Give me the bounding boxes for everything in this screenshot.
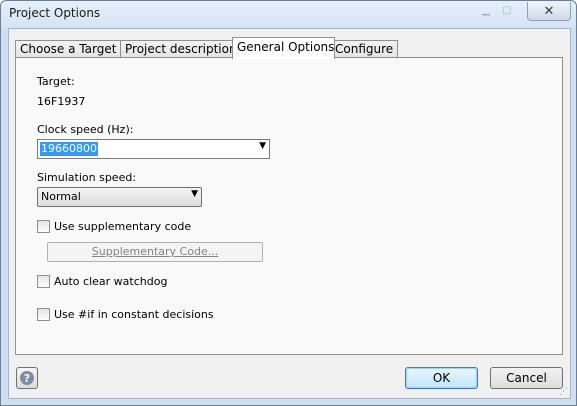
chevron-down-icon[interactable]: ▼	[259, 141, 266, 151]
minimize-icon: ▁	[482, 5, 490, 16]
clock-speed-combobox[interactable]: 19660800 ▼	[37, 139, 270, 159]
auto-clear-watchdog-label: Auto clear watchdog	[54, 275, 168, 288]
title-bar[interactable]: Project Options ▁ ▢ ✕	[1, 1, 576, 28]
project-options-window: Project Options ▁ ▢ ✕ Choose a Target Pr…	[0, 0, 577, 406]
help-button[interactable]: ?	[16, 367, 38, 389]
general-options-panel: Target: 16F1937 Clock speed (Hz): 196608…	[15, 57, 563, 355]
use-supplementary-code-label: Use supplementary code	[54, 220, 192, 233]
simulation-speed-select[interactable]: Normal ▼	[37, 187, 202, 207]
simulation-speed-label: Simulation speed:	[37, 171, 137, 184]
tab-project-description[interactable]: Project description	[120, 40, 238, 58]
supplementary-code-button[interactable]: Supplementary Code...	[47, 242, 263, 262]
tab-choose-target[interactable]: Choose a Target	[15, 40, 121, 58]
clock-speed-label: Clock speed (Hz):	[37, 123, 134, 136]
resize-grip-icon[interactable]: ⋰	[559, 387, 569, 397]
close-icon: ✕	[543, 3, 555, 19]
target-label: Target:	[37, 75, 75, 88]
maximize-icon: ▢	[502, 5, 512, 16]
auto-clear-watchdog-checkbox[interactable]	[37, 275, 50, 288]
use-if-constant-label: Use #if in constant decisions	[54, 308, 214, 321]
use-supplementary-code-checkbox[interactable]	[37, 220, 50, 233]
tab-configure[interactable]: Configure	[330, 40, 398, 58]
simulation-speed-value: Normal	[41, 190, 81, 203]
cancel-button[interactable]: Cancel	[490, 367, 563, 389]
use-supplementary-code-option[interactable]: Use supplementary code	[37, 220, 191, 233]
window-title: Project Options	[9, 6, 101, 20]
help-icon: ?	[20, 371, 34, 385]
clock-speed-value: 19660800	[40, 142, 98, 156]
close-button[interactable]: ✕	[527, 2, 571, 21]
auto-clear-watchdog-option[interactable]: Auto clear watchdog	[37, 275, 167, 288]
ok-button[interactable]: OK	[405, 367, 478, 389]
target-value: 16F1937	[37, 95, 86, 108]
use-if-constant-option[interactable]: Use #if in constant decisions	[37, 308, 214, 321]
chevron-down-icon: ▼	[191, 189, 198, 199]
use-if-constant-checkbox[interactable]	[37, 308, 50, 321]
tab-general-options[interactable]: General Options	[232, 37, 335, 59]
dialog-body: Choose a Target Project description Gene…	[8, 28, 571, 399]
